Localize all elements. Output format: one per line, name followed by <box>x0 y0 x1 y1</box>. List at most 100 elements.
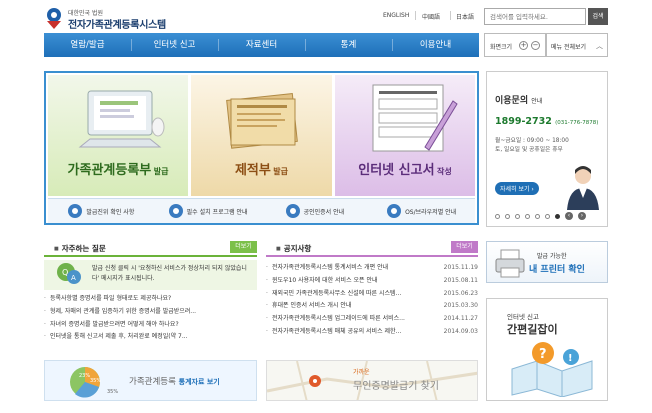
zoom-in-icon[interactable]: + <box>519 41 528 50</box>
notice-date: 2015.08.11 <box>443 276 478 284</box>
certificate-guide-link[interactable]: 공인인증서 안내 <box>262 199 369 223</box>
contact-hours: 월~금요일 : 09:00 ~ 18:00 <box>495 138 569 144</box>
svg-text:!: ! <box>568 353 573 364</box>
printer-line1: 발급 가능한 <box>537 253 567 260</box>
contact-detail-button[interactable]: 자세히 보기 › <box>495 182 539 195</box>
lang-chinese-link[interactable]: 中國語 <box>422 12 440 21</box>
banner-pager: ‹ › <box>495 212 586 220</box>
family-register-issue-panel[interactable]: 가족관계등록부 발급 <box>48 75 188 196</box>
report-guide-banner[interactable]: 인터넷 신고 간편길잡이 ? ! <box>486 298 608 401</box>
nav-item-internet-report[interactable]: 인터넷 신고 <box>131 33 218 57</box>
faq-highlight-text: 발급 신청 클릭 시 '요청하신 서비스가 정상처리 되지 않았습니다' 메시지… <box>92 265 247 282</box>
notice-item[interactable]: 재외국민 가족관계등록사무소 신설에 따른 시스템...2015.06.23 <box>266 288 478 301</box>
printer-icon <box>495 249 525 278</box>
divider <box>415 11 416 20</box>
notice-header: 공지사항 더보기 <box>266 241 478 257</box>
panel-title: 제적부 <box>234 163 271 178</box>
main-nav: 열람/발급 인터넷 신고 자료센터 통계 이용안내 <box>44 33 479 57</box>
map-banner-text: 무인증명발급기 찾기 <box>353 381 439 392</box>
guide-line2: 간편길잡이 <box>507 323 558 336</box>
contact-info-box: 이용문의 안내 1899-2732 (031-776-7878) 월~금요일 :… <box>486 71 608 227</box>
lang-english-link[interactable]: ENGLISH <box>383 12 409 19</box>
verify-issue-link[interactable]: 발급진위 확인 사항 <box>48 199 155 223</box>
banner-quick-links: 발급진위 확인 사항 필수 설치 프로그램 안내 공인인증서 안내 OS/브라우… <box>48 198 475 223</box>
contact-title: 이용문의 <box>495 96 529 106</box>
faq-highlight[interactable]: Q A 발급 신청 클릭 시 '요청하신 서비스가 정상처리 되지 않았습니다'… <box>44 260 257 290</box>
faq-item[interactable]: 등록사항별 증명서를 파일 형태로도 제공하나요? <box>44 293 257 306</box>
pager-dot[interactable] <box>515 213 520 219</box>
search-button[interactable]: 검색 <box>588 8 608 25</box>
menu-all-button[interactable]: 메뉴 전체보기 ︿ <box>546 33 608 57</box>
notice-date: 2014.11.27 <box>443 315 478 323</box>
notice-item[interactable]: 휴대폰 인증서 서비스 개시 안내2015.03.30 <box>266 300 478 313</box>
faq-item[interactable]: 자녀의 증명서를 발급받으려면 어떻게 해야 하나요? <box>44 319 257 332</box>
notice-item[interactable]: 전자가족관계등록시스템 업그레이드에 따른 서비스...2014.11.27 <box>266 313 478 326</box>
site-logo[interactable]: 대한민국 법원 전자가족관계등록시스템 <box>44 5 194 31</box>
notice-item[interactable]: 윈도우10 사용자에 대한 서비스 오픈 안내2015.08.11 <box>266 275 478 288</box>
lang-japanese-link[interactable]: 日本語 <box>456 12 474 21</box>
contact-phone: 1899-2732 <box>495 116 552 127</box>
notice-more-button[interactable]: 더보기 <box>451 241 478 253</box>
contact-holiday: 토, 일요일 및 공휴일은 휴무 <box>495 147 563 153</box>
svg-text:Q: Q <box>62 268 68 277</box>
svg-text:A: A <box>71 274 76 282</box>
court-emblem-icon <box>47 8 61 29</box>
gear-icon <box>168 204 183 218</box>
notice-date: 2014.09.03 <box>443 327 478 335</box>
required-program-link[interactable]: 필수 설치 프로그램 안내 <box>155 199 262 223</box>
divider <box>450 11 451 20</box>
computer-icon <box>78 90 165 148</box>
map-banner-pre: 가까운 <box>353 369 370 376</box>
pager-dot-active[interactable] <box>555 213 560 219</box>
notice-item[interactable]: 전자가족관계등록시스템 매체 공유의 서비스 제한...2014.09.03 <box>266 326 478 339</box>
panel-title: 인터넷 신고서 <box>358 163 435 178</box>
pager-prev-button[interactable]: ‹ <box>565 212 573 220</box>
menu-all-label: 메뉴 전체보기 <box>551 44 587 51</box>
pager-dot[interactable] <box>535 213 540 219</box>
faq-header: 자주하는 질문 더보기 <box>44 241 257 257</box>
monitor-icon <box>387 204 402 218</box>
pie-chart-icon: 23% 35% 35% <box>70 367 118 398</box>
panel-suffix: 발급 <box>273 167 289 176</box>
notice-date: 2015.11.19 <box>443 264 478 271</box>
faq-item[interactable]: 형제, 자매의 관계를 입증하기 위한 증명서를 발급받으려... <box>44 306 257 319</box>
support-agent-icon <box>567 166 599 210</box>
kiosk-finder-banner[interactable]: 가까운 무인증명발급기 찾기 <box>266 360 478 401</box>
statistics-banner[interactable]: 23% 35% 35% 가족관계등록 통계자료 보기 <box>44 360 257 401</box>
printer-line2: 내 프린터 확인 <box>529 265 585 275</box>
form-pen-icon <box>372 84 458 152</box>
pager-next-button[interactable]: › <box>578 212 586 220</box>
internet-report-write-panel[interactable]: 인터넷 신고서 작성 <box>335 75 475 196</box>
faq-item[interactable]: 인터넷을 통해 신고서 제출 후, 처리완료 예정일(약 7... <box>44 331 257 344</box>
pager-dot[interactable] <box>495 213 500 219</box>
notice-date: 2015.06.23 <box>443 289 478 297</box>
panel-suffix: 작성 <box>437 167 452 176</box>
printer-check-banner[interactable]: 발급 가능한 내 프린터 확인 <box>486 241 608 283</box>
removed-register-issue-panel[interactable]: 제적부 발급 <box>191 75 332 196</box>
notice-date: 2015.03.30 <box>443 302 478 310</box>
nav-item-resource-center[interactable]: 자료센터 <box>218 33 305 57</box>
magnifier-icon <box>68 204 83 218</box>
panel-title: 가족관계등록부 <box>67 163 152 178</box>
documents-stack-icon <box>226 93 298 149</box>
stat-banner-link: 통계자료 보기 <box>178 378 220 386</box>
search-input[interactable] <box>484 8 586 25</box>
nav-item-statistics[interactable]: 통계 <box>305 33 392 57</box>
zoom-out-icon[interactable]: − <box>531 41 540 50</box>
nav-item-guide[interactable]: 이용안내 <box>392 33 479 57</box>
faq-more-button[interactable]: 더보기 <box>230 241 257 253</box>
pager-dot[interactable] <box>505 213 510 219</box>
screen-size-label: 화면크기 <box>490 44 513 51</box>
lock-icon <box>285 204 300 218</box>
notice-title: 공지사항 <box>276 243 312 254</box>
os-browser-guide-link[interactable]: OS/브라우저별 안내 <box>368 199 475 223</box>
svg-text:?: ? <box>539 347 547 362</box>
qa-bubble-icon: Q A <box>57 263 81 284</box>
guide-line1: 인터넷 신고 <box>507 313 539 321</box>
notice-item[interactable]: 전자가족관계등록시스템 통계서비스 개편 안내2015.11.19 <box>266 262 478 275</box>
faq-title: 자주하는 질문 <box>54 243 106 254</box>
pager-dot[interactable] <box>545 213 550 219</box>
nav-item-issue[interactable]: 열람/발급 <box>44 33 131 57</box>
notice-list: 전자가족관계등록시스템 통계서비스 개편 안내2015.11.19 윈도우10 … <box>266 262 478 339</box>
pager-dot[interactable] <box>525 213 530 219</box>
